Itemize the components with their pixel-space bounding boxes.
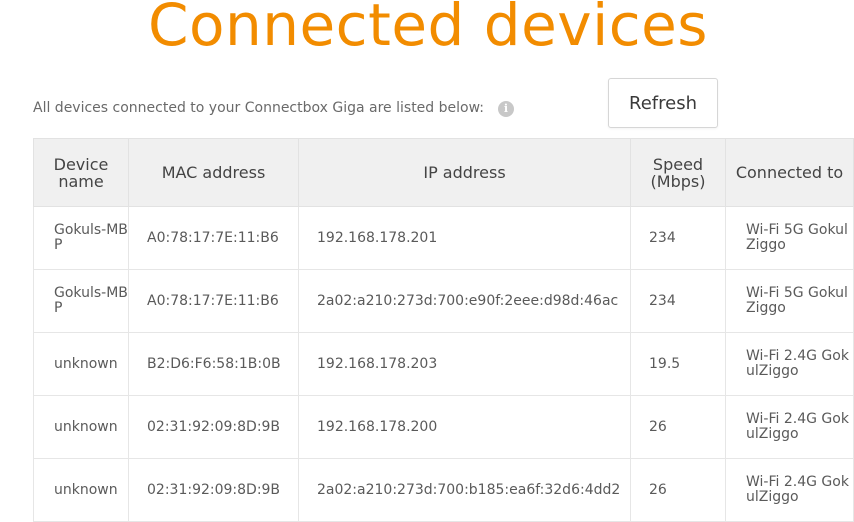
cell-mac-address: 02:31:92:09:8D:9B <box>128 458 299 522</box>
cell-device-name: Gokuls-MBP <box>33 269 129 333</box>
cell-connected-to: Wi-Fi 2.4G GokulZiggo <box>725 458 854 522</box>
table-row: Gokuls-MBP A0:78:17:7E:11:B6 192.168.178… <box>33 206 854 270</box>
cell-connected-to: Wi-Fi 5G GokulZiggo <box>725 206 854 270</box>
cell-ip-address: 2a02:a210:273d:700:b185:ea6f:32d6:4dd2 <box>298 458 631 522</box>
table-row: unknown 02:31:92:09:8D:9B 2a02:a210:273d… <box>33 458 854 522</box>
cell-connected-to: Wi-Fi 5G GokulZiggo <box>725 269 854 333</box>
intro-line: All devices connected to your Connectbox… <box>33 99 514 117</box>
table-row: unknown B2:D6:F6:58:1B:0B 192.168.178.20… <box>33 332 854 396</box>
cell-mac-address: A0:78:17:7E:11:B6 <box>128 269 299 333</box>
table-row: Gokuls-MBP A0:78:17:7E:11:B6 2a02:a210:2… <box>33 269 854 333</box>
header-device-name: Device name <box>33 138 129 207</box>
cell-ip-address: 192.168.178.203 <box>298 332 631 396</box>
cell-device-name: unknown <box>33 395 129 459</box>
cell-speed: 234 <box>630 269 726 333</box>
cell-mac-address: 02:31:92:09:8D:9B <box>128 395 299 459</box>
cell-ip-address: 2a02:a210:273d:700:e90f:2eee:d98d:46ac <box>298 269 631 333</box>
intro-text: All devices connected to your Connectbox… <box>33 100 484 116</box>
cell-speed: 19.5 <box>630 332 726 396</box>
devices-table: Device name MAC address IP address Speed… <box>33 138 854 522</box>
cell-speed: 26 <box>630 395 726 459</box>
cell-device-name: unknown <box>33 332 129 396</box>
cell-speed: 26 <box>630 458 726 522</box>
page-title: Connected devices <box>148 0 708 59</box>
table-header-row: Device name MAC address IP address Speed… <box>33 138 854 207</box>
cell-mac-address: B2:D6:F6:58:1B:0B <box>128 332 299 396</box>
header-speed: Speed (Mbps) <box>630 138 726 207</box>
cell-device-name: unknown <box>33 458 129 522</box>
cell-speed: 234 <box>630 206 726 270</box>
cell-device-name: Gokuls-MBP <box>33 206 129 270</box>
table-row: unknown 02:31:92:09:8D:9B 192.168.178.20… <box>33 395 854 459</box>
header-ip-address: IP address <box>298 138 631 207</box>
header-mac-address: MAC address <box>128 138 299 207</box>
refresh-button[interactable]: Refresh <box>608 78 718 128</box>
cell-ip-address: 192.168.178.200 <box>298 395 631 459</box>
cell-ip-address: 192.168.178.201 <box>298 206 631 270</box>
cell-connected-to: Wi-Fi 2.4G GokulZiggo <box>725 395 854 459</box>
cell-connected-to: Wi-Fi 2.4G GokulZiggo <box>725 332 854 396</box>
info-icon[interactable]: i <box>498 101 514 117</box>
cell-mac-address: A0:78:17:7E:11:B6 <box>128 206 299 270</box>
header-connected-to: Connected to <box>725 138 854 207</box>
